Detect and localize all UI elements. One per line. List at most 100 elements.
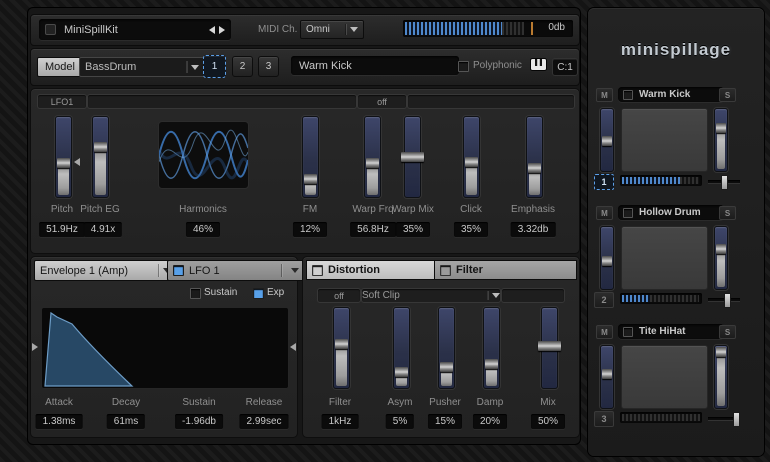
click-slider[interactable] <box>463 116 480 198</box>
slider-handle[interactable] <box>716 123 726 133</box>
param-value[interactable]: 20% <box>473 414 507 429</box>
slot-name-field[interactable]: Tite HiHat <box>618 324 724 339</box>
damp-slider[interactable] <box>483 307 500 389</box>
mute-button[interactable]: M <box>596 206 613 220</box>
slot-display[interactable] <box>621 226 708 290</box>
slider-handle[interactable] <box>602 369 612 379</box>
param-value[interactable]: 51.9Hz <box>39 222 85 237</box>
slot-name-field[interactable]: Warm Kick <box>618 87 724 102</box>
slot-tune-slider[interactable] <box>600 345 614 409</box>
slot-select-button-1[interactable]: 1 <box>594 174 614 190</box>
preset-prev-icon[interactable] <box>209 26 215 34</box>
slot-pan-slider[interactable] <box>708 298 740 301</box>
slot-volume-fader[interactable] <box>714 345 728 409</box>
slider-handle[interactable] <box>366 158 379 168</box>
mute-button[interactable]: M <box>596 325 613 339</box>
keyboard-icon[interactable] <box>530 58 547 76</box>
emphasis-slider[interactable] <box>526 116 543 198</box>
slot-display[interactable] <box>621 345 708 409</box>
param-value[interactable]: 56.8Hz <box>350 222 396 237</box>
slot-enable-checkbox[interactable] <box>623 327 633 337</box>
lfo-assign-value[interactable]: off <box>357 94 407 109</box>
slot-select-button-2[interactable]: 2 <box>594 292 614 308</box>
pitch-slider[interactable] <box>55 116 72 198</box>
lfo-assign-label[interactable]: LFO1 <box>37 94 87 109</box>
envelope-scroll-left-icon[interactable] <box>32 343 38 351</box>
sustain-checkbox[interactable] <box>190 288 201 299</box>
distortion-enable-checkbox[interactable] <box>312 265 323 276</box>
param-value[interactable]: 46% <box>186 222 220 237</box>
distortion-state-button[interactable]: off <box>317 288 361 303</box>
lfo-assign-strip-2[interactable] <box>407 94 575 109</box>
slot-volume-fader[interactable] <box>714 108 728 172</box>
solo-button[interactable]: S <box>719 325 736 339</box>
param-value[interactable]: -1.96db <box>175 414 223 429</box>
slot-tune-slider[interactable] <box>600 108 614 172</box>
param-value[interactable]: 35% <box>396 222 430 237</box>
preset-next-icon[interactable] <box>219 26 225 34</box>
pitch-eg-slider[interactable] <box>92 116 109 198</box>
drum-slot-button-1[interactable]: 1 <box>203 55 226 78</box>
voice-name-field[interactable]: Warm Kick <box>291 56 459 75</box>
mix-slider[interactable] <box>541 307 558 389</box>
slider-handle[interactable] <box>440 362 453 372</box>
slot-name-field[interactable]: Hollow Drum <box>618 205 724 220</box>
warp-mix-slider[interactable] <box>404 116 421 198</box>
drum-slot-button-2[interactable]: 2 <box>232 56 253 77</box>
slider-handle[interactable] <box>395 367 408 377</box>
slider-handle[interactable] <box>465 157 478 167</box>
slider-handle[interactable] <box>538 341 561 351</box>
asym-slider[interactable] <box>393 307 410 389</box>
envelope-graph[interactable] <box>41 307 289 389</box>
model-dropdown[interactable]: BassDrum <box>79 57 205 77</box>
param-value[interactable]: 3.32db <box>511 222 556 237</box>
key-range-button[interactable]: C:1 <box>552 58 578 76</box>
envelope-selector-dropdown[interactable]: Envelope 1 (Amp) <box>34 260 177 281</box>
slider-handle[interactable] <box>528 163 541 173</box>
slider-handle[interactable] <box>401 152 424 162</box>
slot-volume-fader[interactable] <box>714 226 728 290</box>
warp-frq-slider[interactable] <box>364 116 381 198</box>
slider-handle[interactable] <box>716 244 726 254</box>
pan-handle[interactable] <box>733 412 740 427</box>
param-value[interactable]: 12% <box>293 222 327 237</box>
slot-pan-slider[interactable] <box>708 417 740 420</box>
slider-handle[interactable] <box>57 158 70 168</box>
param-value[interactable]: 15% <box>428 414 462 429</box>
slider-handle[interactable] <box>485 359 498 369</box>
preset-selector[interactable]: MiniSpillKit <box>39 19 231 40</box>
pan-handle[interactable] <box>721 175 728 190</box>
slider-handle[interactable] <box>335 339 348 349</box>
param-value[interactable]: 1.38ms <box>36 414 83 429</box>
slider-handle[interactable] <box>602 256 612 266</box>
mute-button[interactable]: M <box>596 88 613 102</box>
param-value[interactable]: 61ms <box>107 414 145 429</box>
dist-filter-slider[interactable] <box>333 307 350 389</box>
midi-channel-dropdown[interactable]: Omni <box>300 20 364 39</box>
param-value[interactable]: 4.91x <box>84 222 122 237</box>
mod-source-checkbox[interactable] <box>173 265 184 276</box>
pusher-slider[interactable] <box>438 307 455 389</box>
slider-handle[interactable] <box>304 174 317 184</box>
slot-display[interactable] <box>621 108 708 172</box>
mod-source-dropdown[interactable]: LFO 1 <box>167 260 305 281</box>
drum-slot-button-3[interactable]: 3 <box>258 56 279 77</box>
slot-pan-slider[interactable] <box>708 180 740 183</box>
slider-handle[interactable] <box>94 142 107 152</box>
param-value[interactable]: 2.99sec <box>239 414 288 429</box>
pan-handle[interactable] <box>724 293 731 308</box>
exp-checkbox[interactable] <box>253 288 264 299</box>
solo-button[interactable]: S <box>719 206 736 220</box>
polyphonic-checkbox[interactable] <box>458 61 469 72</box>
param-value[interactable]: 35% <box>454 222 488 237</box>
slider-handle[interactable] <box>716 347 726 357</box>
slot-enable-checkbox[interactable] <box>623 208 633 218</box>
slot-enable-checkbox[interactable] <box>623 90 633 100</box>
slot-select-button-3[interactable]: 3 <box>594 411 614 427</box>
slider-handle[interactable] <box>602 136 612 146</box>
distortion-mode-dropdown[interactable]: Soft Clip <box>361 288 501 303</box>
slot-tune-slider[interactable] <box>600 226 614 290</box>
filter-enable-checkbox[interactable] <box>440 265 451 276</box>
lfo-assign-strip-1[interactable] <box>87 94 357 109</box>
tab-distortion[interactable]: Distortion <box>306 260 443 280</box>
